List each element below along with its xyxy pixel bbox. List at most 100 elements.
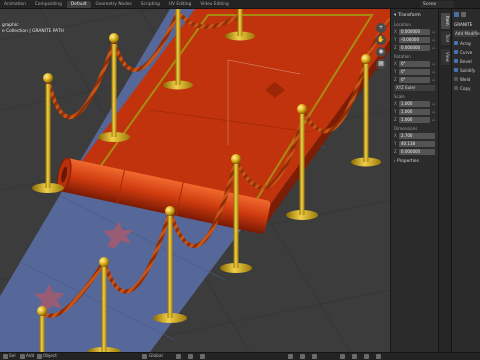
- modifier-label: Solidify: [460, 67, 476, 73]
- lock-icon[interactable]: ⌂: [430, 109, 435, 114]
- viewport-collection-label: e Collection | GRANITE PATH: [2, 29, 64, 34]
- scene-selector[interactable]: Scene: [420, 1, 454, 8]
- lock-icon[interactable]: ⌂: [430, 37, 435, 42]
- modifier-item[interactable]: Curve: [454, 49, 478, 55]
- lock-icon[interactable]: ⌂: [430, 117, 435, 122]
- rotation-z-row: Z 0° ⌂: [394, 76, 435, 83]
- tab-compositing[interactable]: Compositing: [31, 1, 66, 8]
- checkbox-icon[interactable]: [454, 86, 458, 90]
- mouse-right-icon: [37, 354, 42, 359]
- hand-pan-icon[interactable]: ✋: [376, 35, 386, 45]
- 3d-viewport[interactable]: graphic e Collection | GRANITE PATH + ✋ …: [0, 9, 390, 352]
- location-y-field[interactable]: -0.00000: [399, 36, 430, 43]
- modifier-item[interactable]: Weld: [454, 76, 478, 82]
- tab-scripting[interactable]: Scripting: [137, 1, 164, 8]
- modifier-item[interactable]: Solidify: [454, 67, 478, 73]
- lock-icon[interactable]: ⌂: [430, 69, 435, 74]
- rotation-mode-select[interactable]: XYZ Euler: [394, 85, 435, 91]
- sidebar-tab-tool[interactable]: Tool: [441, 31, 450, 46]
- checkbox-icon[interactable]: [454, 59, 458, 63]
- lock-icon[interactable]: ⌂: [430, 45, 435, 50]
- properties-header: [454, 11, 478, 17]
- tab-animation[interactable]: Animation: [0, 1, 30, 8]
- location-x-field[interactable]: 0.000000: [399, 28, 430, 35]
- lock-icon[interactable]: ⌂: [430, 77, 435, 82]
- shading-icon[interactable]: [364, 354, 369, 359]
- scale-y-field[interactable]: 1.000: [399, 108, 430, 115]
- location-x-row: X 0.000000 ⌂: [394, 28, 435, 35]
- tab-geometry-nodes[interactable]: Geometry Nodes: [92, 1, 136, 8]
- viewport-shading-solid-icon[interactable]: [300, 354, 305, 359]
- tab-default[interactable]: Default: [66, 1, 91, 8]
- pivot-icon[interactable]: [176, 354, 181, 359]
- scale-label: Scale: [394, 94, 405, 99]
- object-name[interactable]: GRANITE: [454, 22, 478, 27]
- modifier-label: Copy: [460, 85, 471, 91]
- modifier-label: Bevel: [460, 58, 472, 64]
- location-z-row: Z 0.000000 ⌂: [394, 44, 435, 51]
- add-modifier-button[interactable]: Add Modifier: [454, 30, 480, 37]
- scale-z-row: Z 1.000 ⌂: [394, 116, 435, 123]
- rotation-x-row: X 0° ⌂: [394, 60, 435, 67]
- status-select: Sel: [9, 354, 16, 359]
- properties-editor: GRANITE Add Modifier Array Curve Bevel S…: [451, 9, 480, 352]
- workspace-tabs: Animation Compositing Default Geometry N…: [0, 1, 233, 8]
- transform-title: Transform: [398, 12, 421, 18]
- status-add: Add: [26, 354, 35, 359]
- snap-icon[interactable]: [188, 354, 193, 359]
- modifier-item[interactable]: Bevel: [454, 58, 478, 64]
- viewport-view-label: graphic: [2, 23, 19, 28]
- tab-video-editing[interactable]: Video Editing: [196, 1, 232, 8]
- scale-x-field[interactable]: 1.000: [399, 100, 430, 107]
- checkbox-icon[interactable]: [454, 77, 458, 81]
- orientation-icon[interactable]: [142, 354, 147, 359]
- checkbox-icon[interactable]: [454, 41, 458, 45]
- mouse-left-icon: [3, 354, 8, 359]
- overlay-icon[interactable]: [312, 354, 317, 359]
- sidebar-tab-item[interactable]: Item: [441, 13, 450, 29]
- dimensions-label: Dimensions: [394, 126, 418, 131]
- scale-x-row: X 1.000 ⌂: [394, 100, 435, 107]
- scale-y-row: Y 1.000 ⌂: [394, 108, 435, 115]
- checkbox-icon[interactable]: [454, 50, 458, 54]
- zoom-icon[interactable]: +: [376, 23, 386, 33]
- sidebar-tab-view[interactable]: View: [441, 49, 450, 65]
- lock-icon[interactable]: ⌂: [430, 29, 435, 34]
- dimensions-y-row: Y 40.138: [394, 140, 435, 147]
- shading-icon[interactable]: [340, 354, 345, 359]
- proportional-edit-icon[interactable]: [200, 354, 205, 359]
- checkbox-icon[interactable]: [454, 68, 458, 72]
- rotation-x-field[interactable]: 0°: [399, 60, 430, 67]
- dimensions-y-field[interactable]: 40.138: [399, 140, 435, 147]
- camera-icon[interactable]: ◉: [376, 47, 386, 57]
- shading-icon[interactable]: [352, 354, 357, 359]
- location-z-field[interactable]: 0.000000: [399, 44, 430, 51]
- modifier-item[interactable]: Copy: [454, 85, 478, 91]
- scene-render: [0, 9, 390, 352]
- transform-orientation-select[interactable]: Global: [149, 354, 163, 359]
- grid-icon[interactable]: ▦: [376, 59, 386, 69]
- properties-subpanel[interactable]: › Properties: [394, 159, 435, 164]
- chevron-down-icon: ▾: [394, 12, 397, 18]
- wrench-icon[interactable]: [454, 11, 459, 17]
- modifier-item[interactable]: Array: [454, 40, 478, 46]
- rotation-y-row: Y 0° ⌂: [394, 68, 435, 75]
- shading-icon[interactable]: [376, 354, 381, 359]
- tab-uv-editing[interactable]: UV Editing: [165, 1, 195, 8]
- navigation-gizmo: + ✋ ◉ ▦: [376, 23, 388, 69]
- modifier-label: Array: [460, 40, 472, 46]
- status-object: Object: [43, 354, 57, 359]
- lock-icon[interactable]: ⌂: [430, 61, 435, 66]
- dimensions-x-row: X 2.700: [394, 132, 435, 139]
- dimensions-z-field[interactable]: 0.000000: [399, 148, 435, 155]
- rotation-z-field[interactable]: 0°: [399, 76, 430, 83]
- scale-z-field[interactable]: 1.000: [399, 116, 430, 123]
- rotation-label: Rotation: [394, 54, 411, 59]
- dimensions-x-field[interactable]: 2.700: [399, 132, 435, 139]
- mouse-middle-icon: [20, 354, 25, 359]
- object-icon[interactable]: [461, 11, 466, 17]
- rotation-y-field[interactable]: 0°: [399, 68, 430, 75]
- lock-icon[interactable]: ⌂: [430, 101, 435, 106]
- transform-header[interactable]: ▾ Transform: [394, 11, 435, 19]
- viewport-shading-wire-icon[interactable]: [288, 354, 293, 359]
